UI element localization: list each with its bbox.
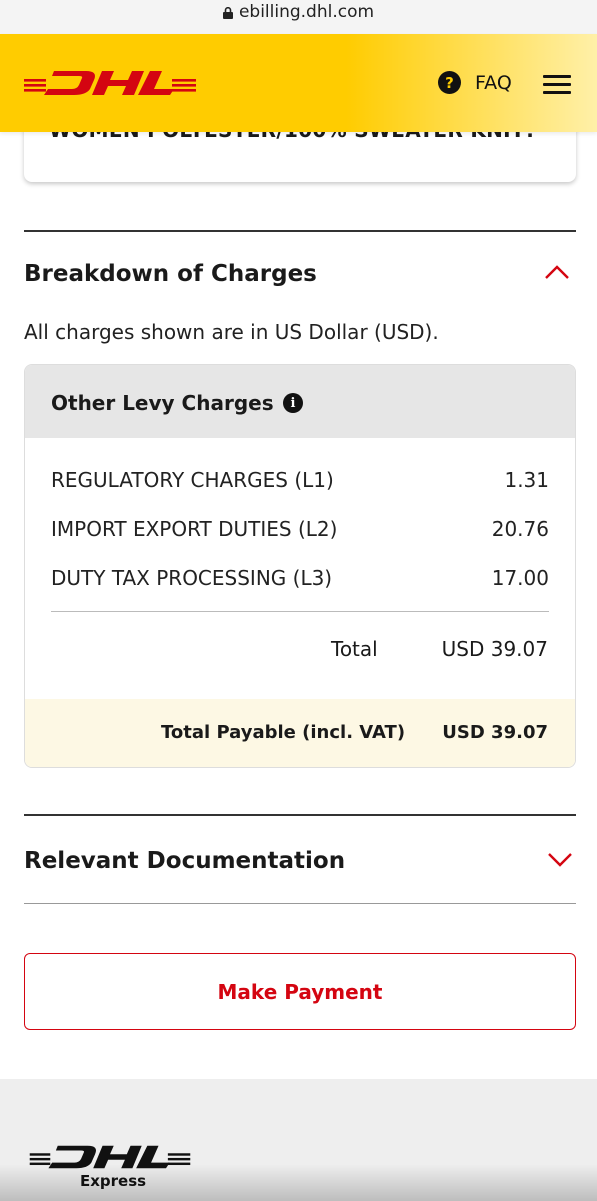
dhl-footer-logo[interactable]	[22, 1143, 198, 1171]
total-label: Total	[331, 637, 378, 661]
lock-icon	[222, 7, 233, 19]
total-payable-bar: Total Payable (incl. VAT) USD 39.07	[25, 699, 575, 767]
chevron-up-icon[interactable]	[544, 264, 570, 280]
footer-tagline: Express	[80, 1172, 147, 1190]
charge-amount: 17.00	[491, 566, 549, 590]
url-text: ebilling.dhl.com	[238, 2, 375, 22]
total-value: USD 39.07	[441, 637, 548, 661]
charge-label: DUTY TAX PROCESSING (L3)	[51, 566, 333, 590]
chevron-down-icon[interactable]	[547, 852, 573, 868]
charges-card-header: Other Levy Charges i	[25, 365, 575, 438]
documentation-title[interactable]: Relevant Documentation	[24, 848, 345, 874]
hamburger-menu-icon[interactable]	[543, 75, 571, 95]
charges-divider	[51, 611, 549, 612]
charges-group-title: Other Levy Charges	[51, 391, 274, 415]
charges-card: Other Levy Charges i REGULATORY CHARGES …	[24, 364, 576, 768]
section-divider	[24, 814, 576, 816]
breakdown-title[interactable]: Breakdown of Charges	[24, 261, 317, 287]
charge-amount: 20.76	[491, 517, 549, 541]
site-footer: Express	[0, 1079, 597, 1201]
section-divider	[24, 903, 576, 904]
charge-amount: 1.31	[504, 468, 549, 492]
charge-row: IMPORT EXPORT DUTIES (L2) 20.76	[51, 517, 549, 541]
dhl-logo[interactable]	[24, 68, 196, 98]
faq-label: FAQ	[475, 71, 512, 94]
make-payment-button[interactable]: Make Payment	[24, 953, 576, 1030]
charge-row: DUTY TAX PROCESSING (L3) 17.00	[51, 566, 549, 590]
faq-link[interactable]: ? FAQ	[438, 71, 512, 94]
question-icon: ?	[438, 71, 461, 94]
charge-label: IMPORT EXPORT DUTIES (L2)	[51, 517, 338, 541]
total-payable-value: USD 39.07	[442, 722, 548, 743]
charge-row: REGULATORY CHARGES (L1) 1.31	[51, 468, 549, 492]
info-icon[interactable]: i	[283, 393, 303, 413]
currency-note: All charges shown are in US Dollar (USD)…	[24, 320, 439, 344]
site-header: ? FAQ	[0, 34, 597, 132]
charge-label: REGULATORY CHARGES (L1)	[51, 468, 334, 492]
total-payable-label: Total Payable (incl. VAT)	[161, 722, 406, 743]
browser-url-bar[interactable]: ebilling.dhl.com	[0, 0, 597, 34]
section-divider	[24, 230, 576, 232]
